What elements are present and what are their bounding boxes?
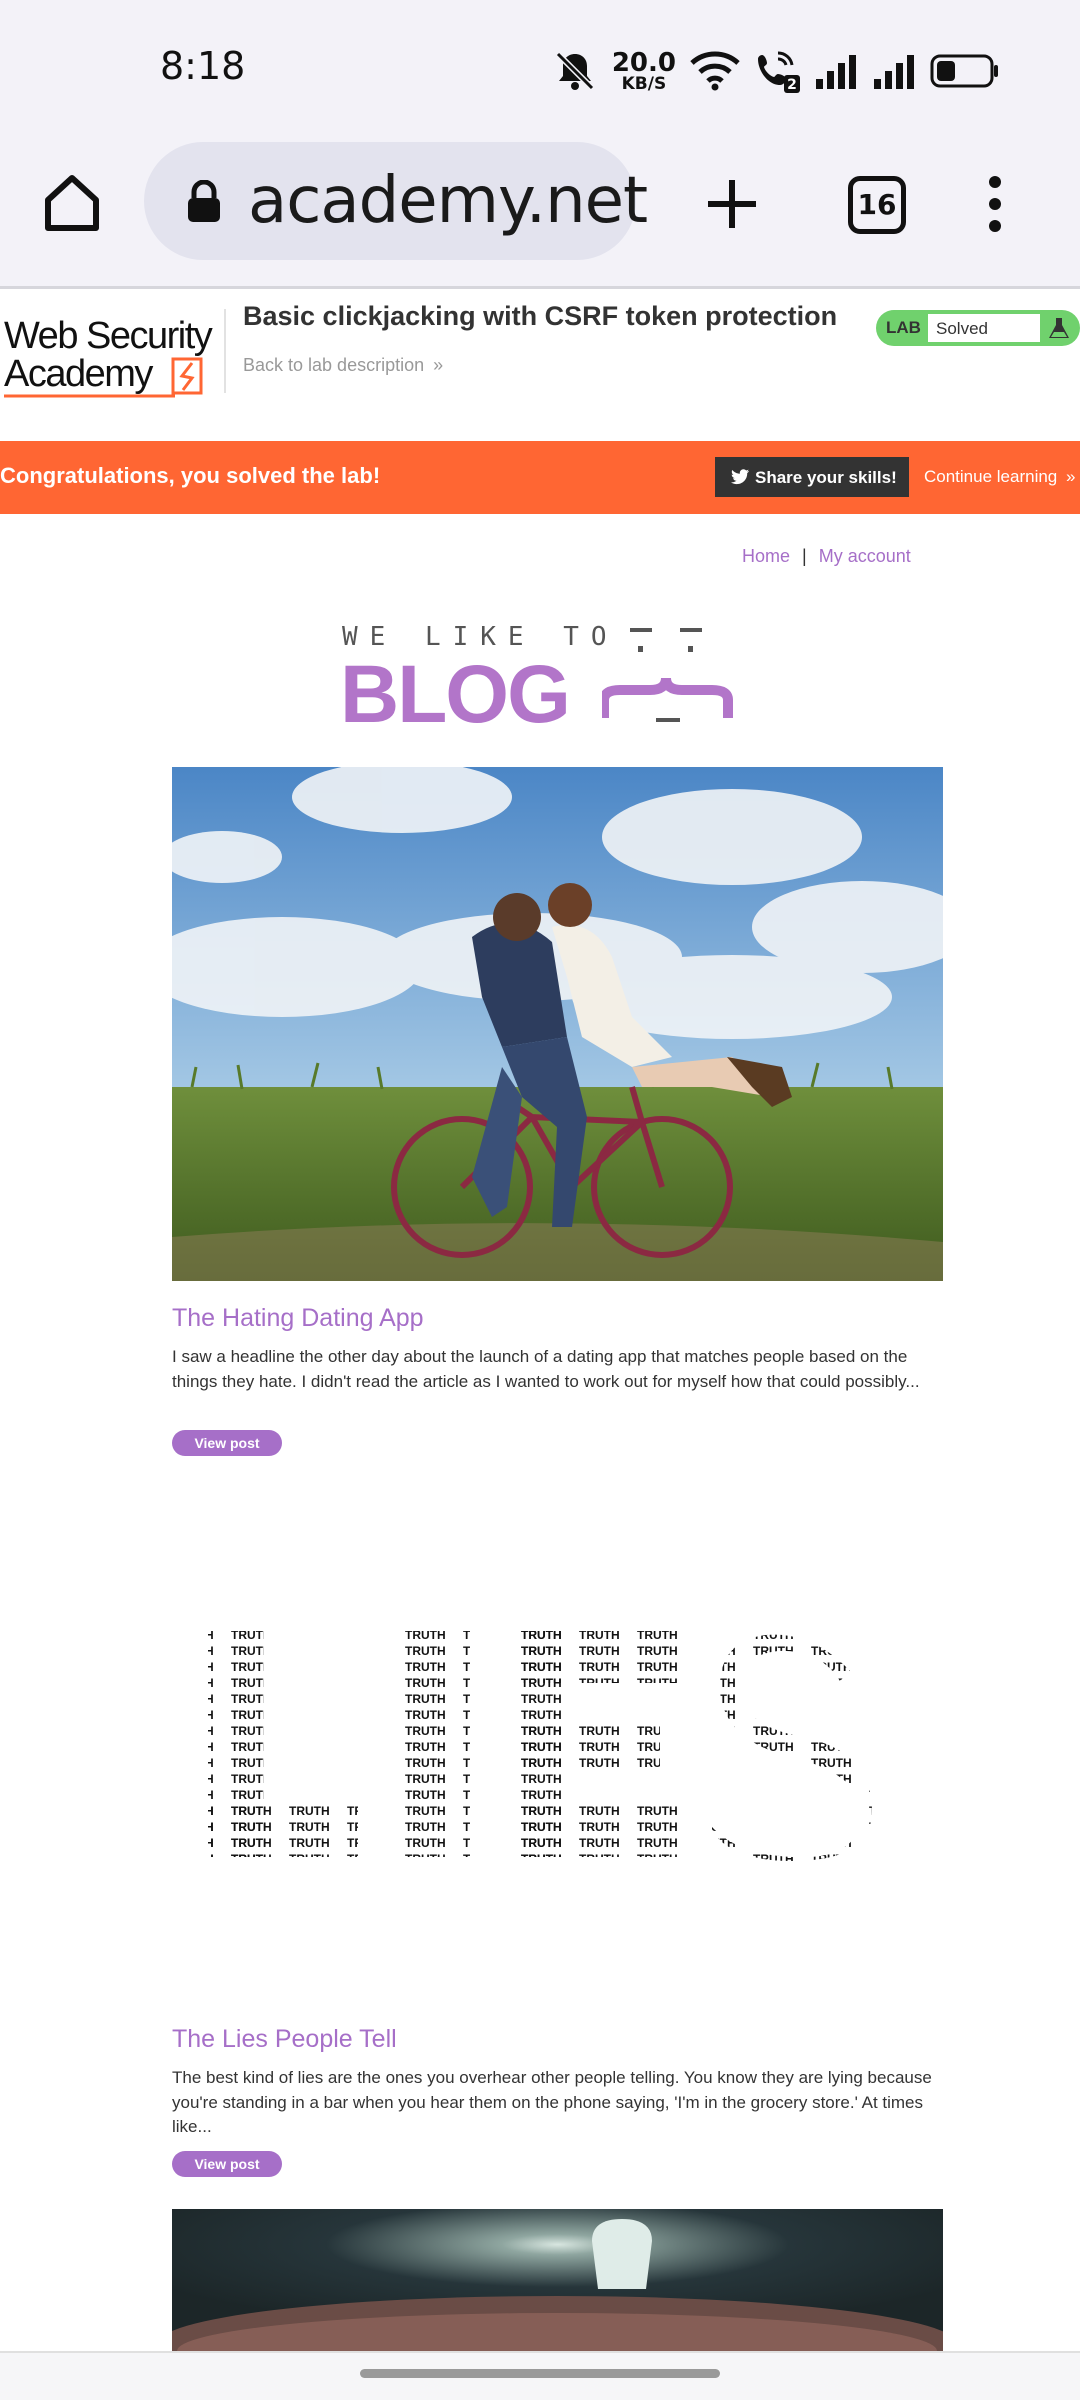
- solved-banner: Congratulations, you solved the lab! Sha…: [0, 441, 1080, 514]
- signal-strength-icon: [816, 55, 856, 89]
- header-divider: [224, 309, 226, 393]
- post-image-candle[interactable]: [172, 2209, 943, 2351]
- back-link-label: Back to lab description: [243, 355, 425, 375]
- blog-nav: Home | My account: [742, 546, 911, 567]
- congratulations-message: Congratulations, you solved the lab!: [0, 463, 381, 488]
- share-skills-label: Share your skills!: [755, 468, 897, 487]
- mute-bell-icon: [555, 51, 594, 91]
- navigation-gesture-area: [0, 2353, 1080, 2400]
- address-bar[interactable]: academy.net: [144, 142, 648, 260]
- share-skills-button[interactable]: Share your skills!: [715, 457, 909, 497]
- flask-icon: [1049, 318, 1069, 338]
- wifi-calling-icon: 2: [758, 51, 800, 93]
- signal-strength-2-icon: [874, 55, 914, 89]
- post-title-link[interactable]: The Lies People Tell: [172, 2025, 397, 2054]
- status-icons: 20.0 KB/S 2: [552, 46, 1000, 96]
- lab-status-badge: LAB Solved: [876, 310, 1080, 346]
- network-speed-unit: KB/S: [621, 73, 667, 94]
- tab-switcher-button[interactable]: 16: [848, 176, 906, 234]
- post-image-lies-wordart[interactable]: TRUTH: [172, 1531, 943, 1987]
- network-speed-value: 20.0: [611, 47, 676, 78]
- view-post-button[interactable]: View post: [172, 1430, 282, 1456]
- blog-logo: WE LIKE TO BLOG: [340, 618, 740, 740]
- post-image-illustration: [172, 2209, 943, 2351]
- lab-title: Basic clickjacking with CSRF token prote…: [243, 301, 838, 331]
- post-image-illustration: [172, 767, 943, 1281]
- post-title-link[interactable]: The Hating Dating App: [172, 1304, 424, 1333]
- continue-chevron-icon: »: [1066, 467, 1076, 486]
- web-security-academy-logo[interactable]: Web Security Academy: [2, 307, 222, 403]
- blog-wordmark: BLOG: [340, 649, 571, 740]
- logo-line2: Academy: [4, 353, 153, 395]
- post-image-illustration: TRUTH: [208, 1631, 872, 1861]
- blog-face-icon: [602, 628, 733, 722]
- back-to-lab-description-link[interactable]: Back to lab description »: [243, 355, 443, 376]
- battery-icon: [930, 54, 998, 88]
- lab-status-box: Solved: [928, 314, 1040, 342]
- view-post-button[interactable]: View post: [172, 2151, 282, 2177]
- sim-badge: 2: [787, 77, 797, 93]
- lab-badge-label: LAB: [886, 318, 921, 337]
- twitter-icon: [731, 469, 749, 485]
- continue-learning-label: Continue learning: [924, 467, 1058, 486]
- new-tab-icon[interactable]: [702, 174, 762, 234]
- home-icon[interactable]: [40, 170, 104, 234]
- post-summary: I saw a headline the other day about the…: [172, 1347, 920, 1391]
- more-menu-icon[interactable]: [980, 174, 1010, 234]
- clock: 8:18: [160, 44, 246, 88]
- back-link-chevron-icon: »: [433, 355, 444, 375]
- nav-separator: |: [802, 546, 807, 566]
- logo-line1: Web Security: [4, 315, 213, 357]
- browser-toolbar: academy.net 16: [0, 140, 1080, 289]
- gesture-handle[interactable]: [360, 2369, 720, 2378]
- post-image-couple-bicycle[interactable]: [172, 767, 943, 1281]
- nav-home-link[interactable]: Home: [742, 546, 790, 566]
- lab-header: Web Security Academy Basic clickjacking …: [0, 289, 1080, 441]
- status-bar: 8:18 20.0 KB/S 2: [0, 0, 1080, 140]
- wifi-icon: [690, 51, 740, 91]
- post-summary: The best kind of lies are the ones you o…: [172, 2068, 932, 2136]
- lab-status-text: Solved: [936, 319, 988, 338]
- nav-my-account-link[interactable]: My account: [819, 546, 911, 566]
- network-speed: 20.0 KB/S: [612, 50, 676, 93]
- lock-icon: [188, 180, 220, 222]
- url-text: academy.net: [248, 164, 648, 238]
- continue-learning-link[interactable]: Continue learning »: [924, 467, 1075, 487]
